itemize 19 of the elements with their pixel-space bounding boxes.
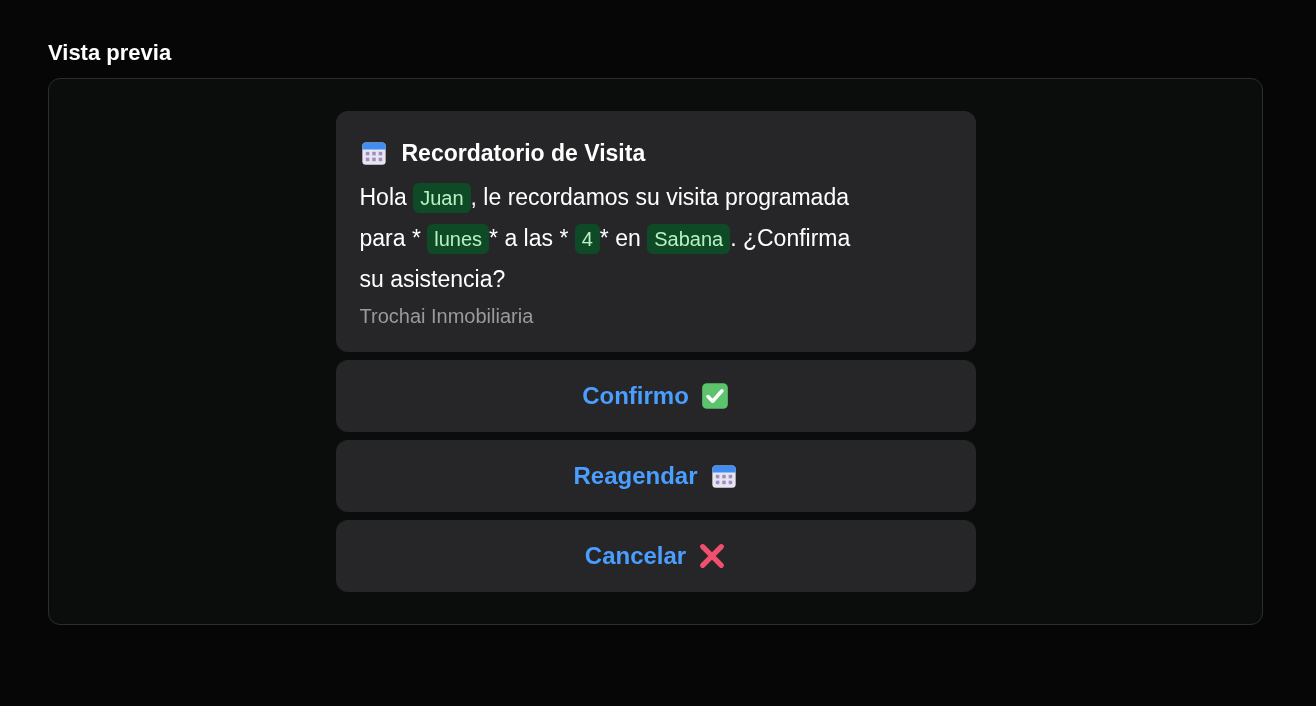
variable-tag: Sabana (647, 224, 731, 254)
check-icon (700, 382, 729, 410)
variable-tag: 4 (574, 224, 600, 254)
sender-name: Trochai Inmobiliaria (359, 305, 535, 328)
variable-tag: lunes (427, 224, 490, 254)
reply-button[interactable]: Cancelar (335, 520, 976, 592)
close-icon (698, 542, 727, 570)
reply-button[interactable]: Confirmo (335, 360, 976, 432)
reply-button[interactable]: Reagendar (335, 440, 976, 512)
message-text: . ¿Confirma (730, 225, 851, 251)
message-text: su asistencia? (359, 266, 506, 292)
card-title: Recordatorio de Visita (401, 139, 646, 167)
message-text: , le recordamos su visita programada (470, 184, 849, 210)
message-text: * a las * (489, 225, 570, 251)
message-text: Hola (359, 184, 408, 210)
message-text: para * (359, 225, 422, 251)
variable-tag: Juan (413, 183, 471, 213)
message-text: * en (599, 225, 642, 251)
section-heading: Vista previa (48, 40, 173, 66)
